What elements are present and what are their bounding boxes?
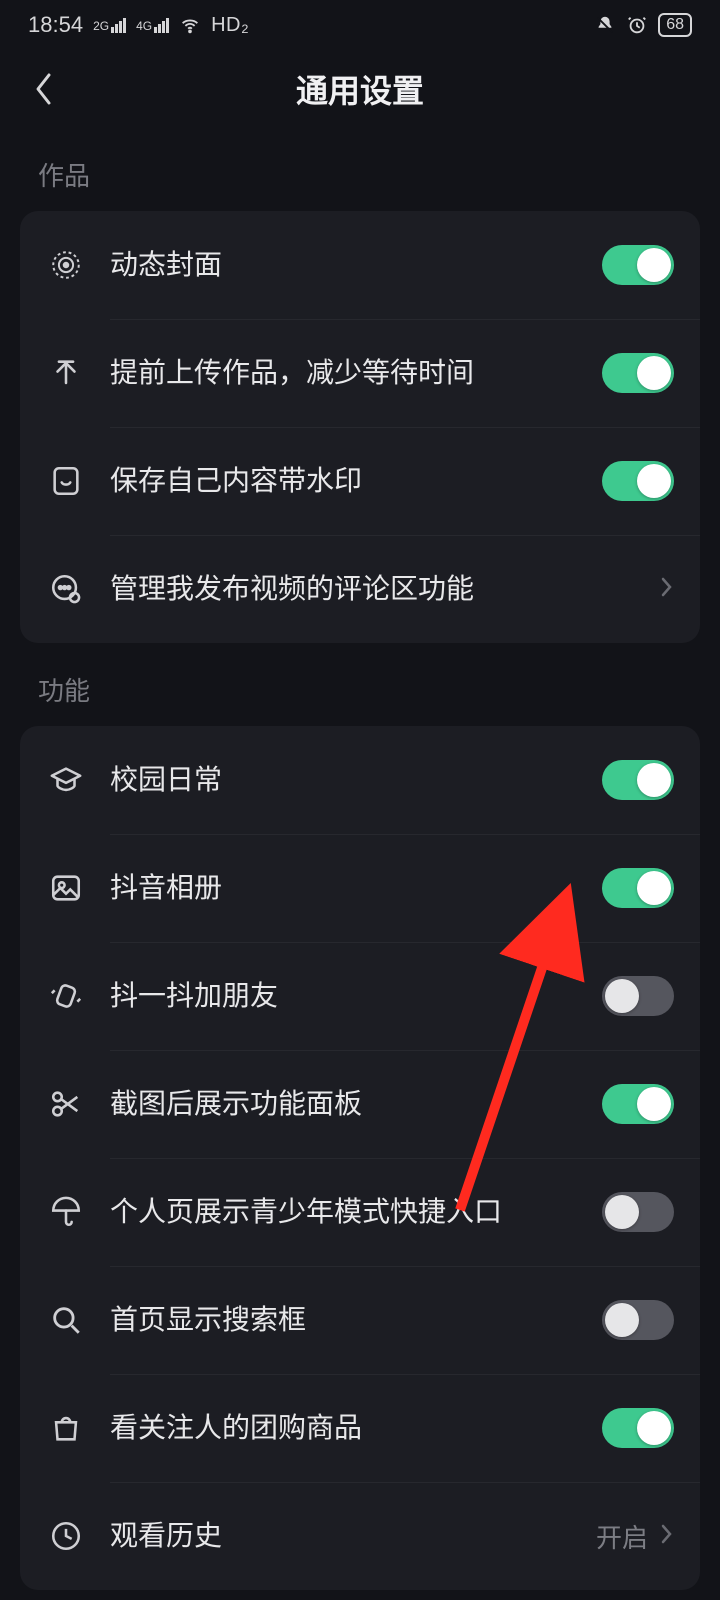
section-card: 校园日常 抖音相册 抖一抖加朋友 截图后展示功能面板 — [20, 726, 700, 1590]
alarm-icon — [626, 14, 648, 36]
row-label: 管理我发布视频的评论区功能 — [110, 570, 660, 608]
row-shake[interactable]: 抖一抖加朋友 — [20, 942, 700, 1050]
toggle-preupload[interactable] — [602, 353, 674, 393]
toggle-album[interactable] — [602, 868, 674, 908]
row-campus[interactable]: 校园日常 — [20, 726, 700, 834]
status-right: 68 — [594, 13, 692, 37]
row-label: 抖一抖加朋友 — [110, 977, 602, 1015]
comment-cog-icon — [46, 569, 86, 609]
row-group-buy[interactable]: 看关注人的团购商品 — [20, 1374, 700, 1482]
clock-icon — [46, 1516, 86, 1556]
row-label: 动态封面 — [110, 246, 602, 284]
row-label: 观看历史 — [110, 1517, 596, 1555]
wifi-icon — [179, 14, 201, 36]
status-time: 18:54 — [28, 12, 83, 38]
row-label: 首页显示搜索框 — [110, 1301, 602, 1339]
row-label: 提前上传作品，减少等待时间 — [110, 354, 602, 392]
target-icon — [46, 245, 86, 285]
umbrella-icon — [46, 1192, 86, 1232]
status-bar: 18:54 2G 4G HD₂ 68 — [0, 0, 720, 50]
signal-4g-icon: 4G — [136, 18, 169, 33]
row-label: 截图后展示功能面板 — [110, 1085, 602, 1123]
row-teen-shortcut[interactable]: 个人页展示青少年模式快捷入口 — [20, 1158, 700, 1266]
scissors-icon — [46, 1084, 86, 1124]
row-trail-text: 开启 — [596, 1518, 648, 1555]
save-icon — [46, 461, 86, 501]
header: 通用设置 — [0, 50, 720, 128]
section-label: 功能 — [20, 643, 700, 726]
section-card: 动态封面 提前上传作品，减少等待时间 保存自己内容带水印 管理我发布视频的评论区… — [20, 211, 700, 643]
search-icon — [46, 1300, 86, 1340]
section-works: 作品 动态封面 提前上传作品，减少等待时间 保存自己内容带水印 — [0, 128, 720, 643]
gallery-icon — [46, 868, 86, 908]
page-title: 通用设置 — [296, 66, 424, 112]
row-label: 看关注人的团购商品 — [110, 1409, 602, 1447]
row-watermark[interactable]: 保存自己内容带水印 — [20, 427, 700, 535]
battery-indicator: 68 — [658, 13, 692, 37]
row-watch-history[interactable]: 观看历史 开启 — [20, 1482, 700, 1590]
chevron-right-icon — [660, 1522, 674, 1551]
row-label: 个人页展示青少年模式快捷入口 — [110, 1193, 602, 1231]
row-dynamic-cover[interactable]: 动态封面 — [20, 211, 700, 319]
section-features: 功能 校园日常 抖音相册 抖一抖加朋友 截 — [0, 643, 720, 1590]
hd-indicator: HD₂ — [211, 14, 249, 37]
mute-icon — [594, 14, 616, 36]
row-comment-settings[interactable]: 管理我发布视频的评论区功能 — [20, 535, 700, 643]
toggle-dynamic-cover[interactable] — [602, 245, 674, 285]
toggle-campus[interactable] — [602, 760, 674, 800]
toggle-watermark[interactable] — [602, 461, 674, 501]
bag-icon — [46, 1408, 86, 1448]
toggle-screenshot-panel[interactable] — [602, 1084, 674, 1124]
chevron-right-icon — [660, 575, 674, 604]
row-screenshot-panel[interactable]: 截图后展示功能面板 — [20, 1050, 700, 1158]
toggle-teen-shortcut[interactable] — [602, 1192, 674, 1232]
signal-2g-icon: 2G — [93, 18, 126, 33]
toggle-group-buy[interactable] — [602, 1408, 674, 1448]
status-left: 18:54 2G 4G HD₂ — [28, 12, 249, 38]
graduation-icon — [46, 760, 86, 800]
row-label: 校园日常 — [110, 761, 602, 799]
section-label: 作品 — [20, 128, 700, 211]
upload-icon — [46, 353, 86, 393]
row-preupload[interactable]: 提前上传作品，减少等待时间 — [20, 319, 700, 427]
row-label: 保存自己内容带水印 — [110, 462, 602, 500]
shake-icon — [46, 976, 86, 1016]
toggle-home-search[interactable] — [602, 1300, 674, 1340]
row-home-search[interactable]: 首页显示搜索框 — [20, 1266, 700, 1374]
row-album[interactable]: 抖音相册 — [20, 834, 700, 942]
back-button[interactable] — [24, 69, 64, 109]
toggle-shake[interactable] — [602, 976, 674, 1016]
row-label: 抖音相册 — [110, 869, 602, 907]
